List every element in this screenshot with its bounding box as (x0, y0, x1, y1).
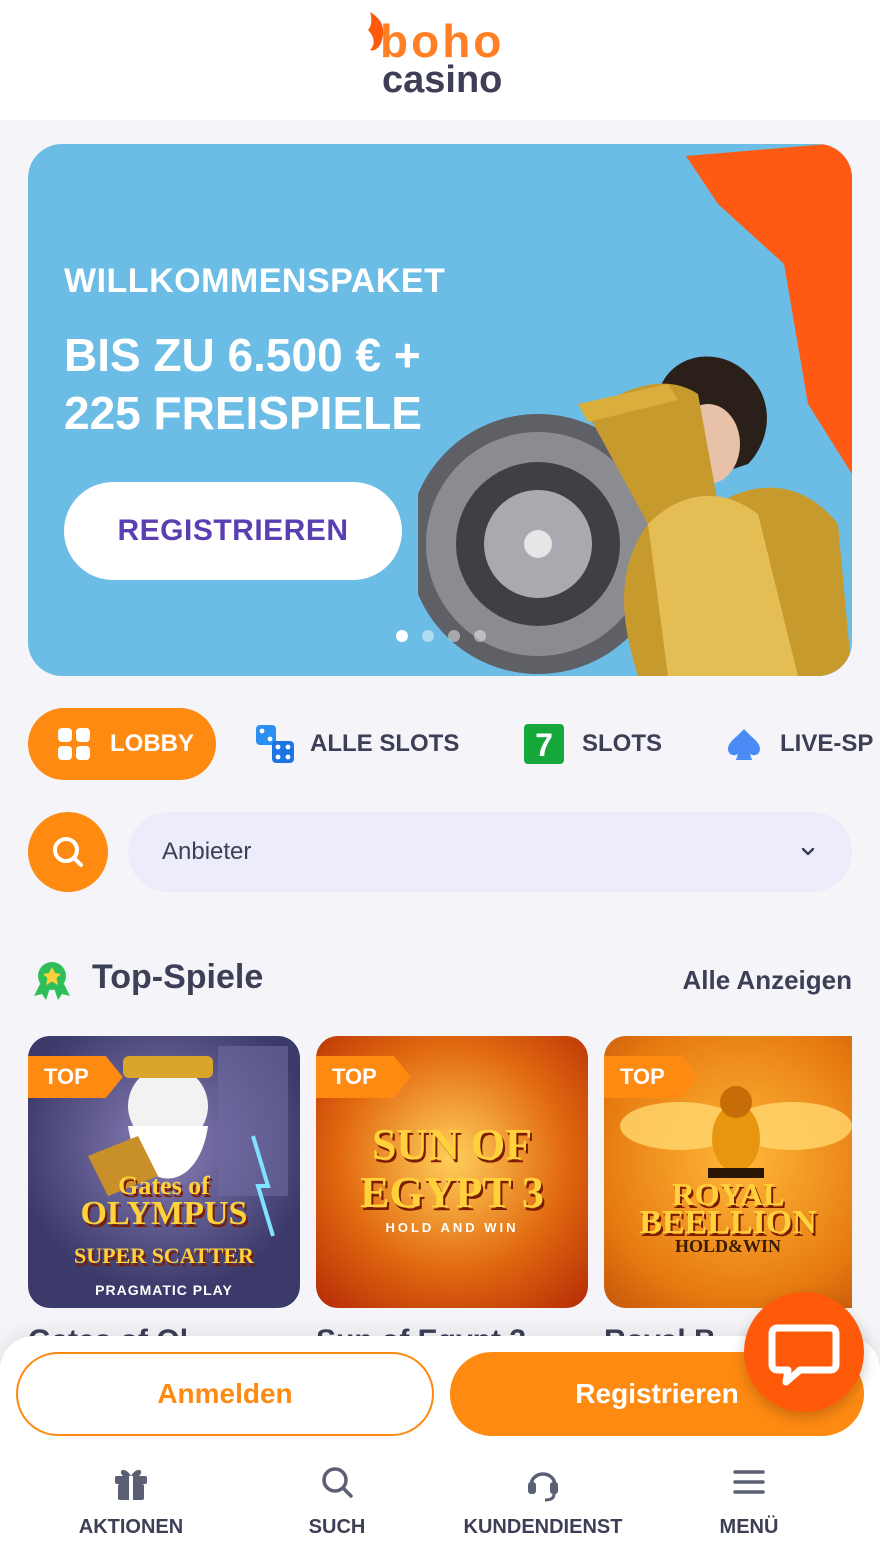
game-provider: PRAGMATIC PLAY (95, 1282, 233, 1298)
game-logo-line-3: HOLD&WIN (674, 1236, 781, 1256)
nav-kundendienst[interactable]: KUNDENDIENST (458, 1462, 628, 1546)
logo-wordmark-top: boho (380, 15, 505, 67)
top-badge: TOP (316, 1056, 411, 1098)
game-tagline: HOLD AND WIN (385, 1220, 519, 1235)
logo-wordmark-bottom: casino (382, 59, 503, 101)
gift-icon (115, 1469, 147, 1500)
tab-live-spiele-label: LIVE-SP (780, 730, 874, 757)
game-logo-line-2: BEELLION (639, 1204, 817, 1241)
tab-lobby[interactable]: LOBBY (28, 708, 216, 780)
game-logo-line-3: SUPER SCATTER (74, 1243, 254, 1268)
game-logo-line-2: EGYPT 3 (360, 1168, 544, 1217)
carousel-dot[interactable] (474, 630, 486, 642)
game-tile[interactable]: TOP SUN OF EGYPT 3 HOLD AND WIN (316, 1036, 588, 1308)
banner-headline-line-1: BIS ZU 6.500 € + (64, 329, 421, 381)
grid-icon (58, 728, 90, 760)
welcome-banner[interactable]: WILLKOMMENSPAKET BIS ZU 6.500 € + 225 FR… (28, 144, 852, 676)
provider-select[interactable]: Anbieter (128, 812, 852, 892)
banner-headline-line-2: 225 FREISPIELE (64, 387, 422, 439)
carousel-dots (396, 630, 486, 642)
carousel-dot[interactable] (422, 630, 434, 642)
spade-icon (728, 729, 760, 760)
nav-aktionen-label: AKTIONEN (78, 1516, 184, 1538)
headset-icon (528, 1472, 558, 1502)
tab-alle-slots[interactable]: ALLE SLOTS (254, 708, 459, 780)
provider-select-label: Anbieter (162, 838, 252, 865)
header: boho casino (0, 0, 880, 120)
category-nav: LOBBY ALLE SLOTS 7 SLOTS LIVE-SP (28, 708, 880, 780)
top-badge: TOP (604, 1056, 699, 1098)
award-icon (34, 962, 70, 1000)
top-badge: TOP (28, 1056, 123, 1098)
menu-icon (733, 1470, 765, 1494)
game-logo-line-1: SUN OF (371, 1120, 533, 1169)
game-tile[interactable]: TOP Gates of OLYMPUS SUPER SCATTER PRAGM… (28, 1036, 300, 1308)
nav-aktionen[interactable]: AKTIONEN (46, 1462, 216, 1546)
tab-live-spiele[interactable]: LIVE-SP (726, 708, 873, 780)
chevron-down-icon (801, 847, 815, 856)
nav-such[interactable]: SUCH (252, 1462, 422, 1546)
nav-menu[interactable]: MENÜ (664, 1462, 834, 1546)
tab-lobby-label: LOBBY (110, 730, 194, 757)
banner-headline: BIS ZU 6.500 € + 225 FREISPIELE (64, 326, 484, 442)
search-button[interactable] (28, 812, 108, 892)
carousel-dot[interactable] (448, 630, 460, 642)
tab-slots[interactable]: 7 SLOTS (524, 708, 662, 780)
dice-icon (256, 725, 294, 763)
game-logo-line-2: OLYMPUS (80, 1195, 248, 1232)
nav-kundendienst-label: KUNDENDIENST (463, 1516, 623, 1538)
section-title: Top-Spiele (92, 958, 264, 996)
boho-casino-logo[interactable]: boho casino (360, 10, 520, 100)
banner-kicker: WILLKOMMENSPAKET (64, 262, 446, 300)
game-tile[interactable]: TOP ROYAL BEELLION HOLD&WIN (604, 1036, 852, 1308)
banner-register-button[interactable]: REGISTRIEREN (64, 482, 402, 580)
chat-bubble-icon (768, 1324, 840, 1386)
tab-slots-label: SLOTS (582, 730, 663, 757)
search-icon (322, 1467, 353, 1498)
live-chat-button[interactable] (744, 1292, 864, 1412)
carousel-dot[interactable] (396, 630, 408, 642)
tab-alle-slots-label: ALLE SLOTS (310, 730, 460, 757)
login-button[interactable]: Anmelden (16, 1352, 434, 1436)
nav-menu-label: MENÜ (719, 1516, 779, 1538)
seven-icon: 7 (524, 724, 564, 764)
nav-such-label: SUCH (308, 1516, 366, 1538)
show-all-link[interactable]: Alle Anzeigen (682, 965, 852, 996)
svg-text:7: 7 (535, 727, 553, 763)
search-icon (53, 837, 83, 867)
